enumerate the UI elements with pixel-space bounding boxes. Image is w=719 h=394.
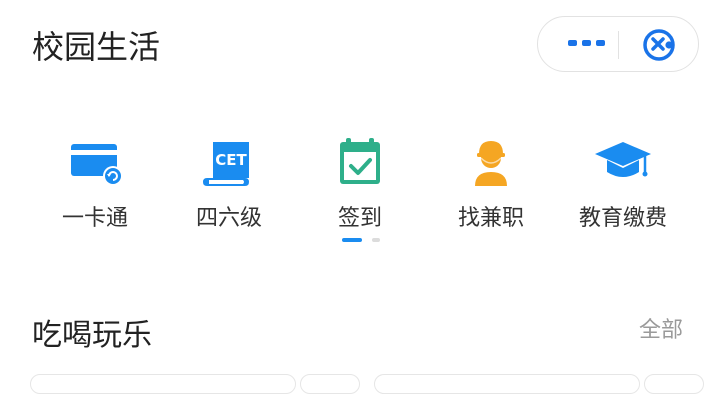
pager-dot-active <box>342 238 362 242</box>
mini-program-capsule <box>537 16 699 72</box>
card-icon <box>71 144 123 186</box>
service-label: 四六级 <box>195 206 262 231</box>
service-campus-card[interactable]: 一卡通 <box>30 138 160 232</box>
feed-card[interactable] <box>644 374 704 394</box>
pager-dot-inactive <box>372 238 380 242</box>
service-part-time-job[interactable]: 找兼职 <box>426 138 556 232</box>
svg-text:CET: CET <box>215 151 247 169</box>
close-circle-icon[interactable] <box>641 27 677 63</box>
page-title: 校园生活 <box>32 28 161 66</box>
feed-card[interactable] <box>374 374 640 394</box>
feed-card[interactable] <box>30 374 296 394</box>
calendar-check-icon <box>340 138 380 184</box>
service-label: 找兼职 <box>457 206 524 231</box>
view-all-link[interactable]: 全部 <box>639 312 683 344</box>
more-dots-icon[interactable] <box>566 31 606 55</box>
service-cet[interactable]: CET 四六级 <box>164 138 294 232</box>
service-label: 教育缴费 <box>578 206 667 231</box>
capsule-divider <box>618 31 619 59</box>
section-title: 吃喝玩乐 <box>32 318 152 353</box>
service-label: 签到 <box>337 206 382 231</box>
service-label: 一卡通 <box>61 206 128 231</box>
service-education-payment[interactable]: 教育缴费 <box>558 138 688 232</box>
service-check-in[interactable]: 签到 <box>295 138 425 232</box>
graduation-cap-icon <box>595 142 651 177</box>
worker-icon <box>475 141 507 186</box>
feed-card[interactable] <box>300 374 360 394</box>
cet-certificate-icon: CET <box>203 142 249 186</box>
